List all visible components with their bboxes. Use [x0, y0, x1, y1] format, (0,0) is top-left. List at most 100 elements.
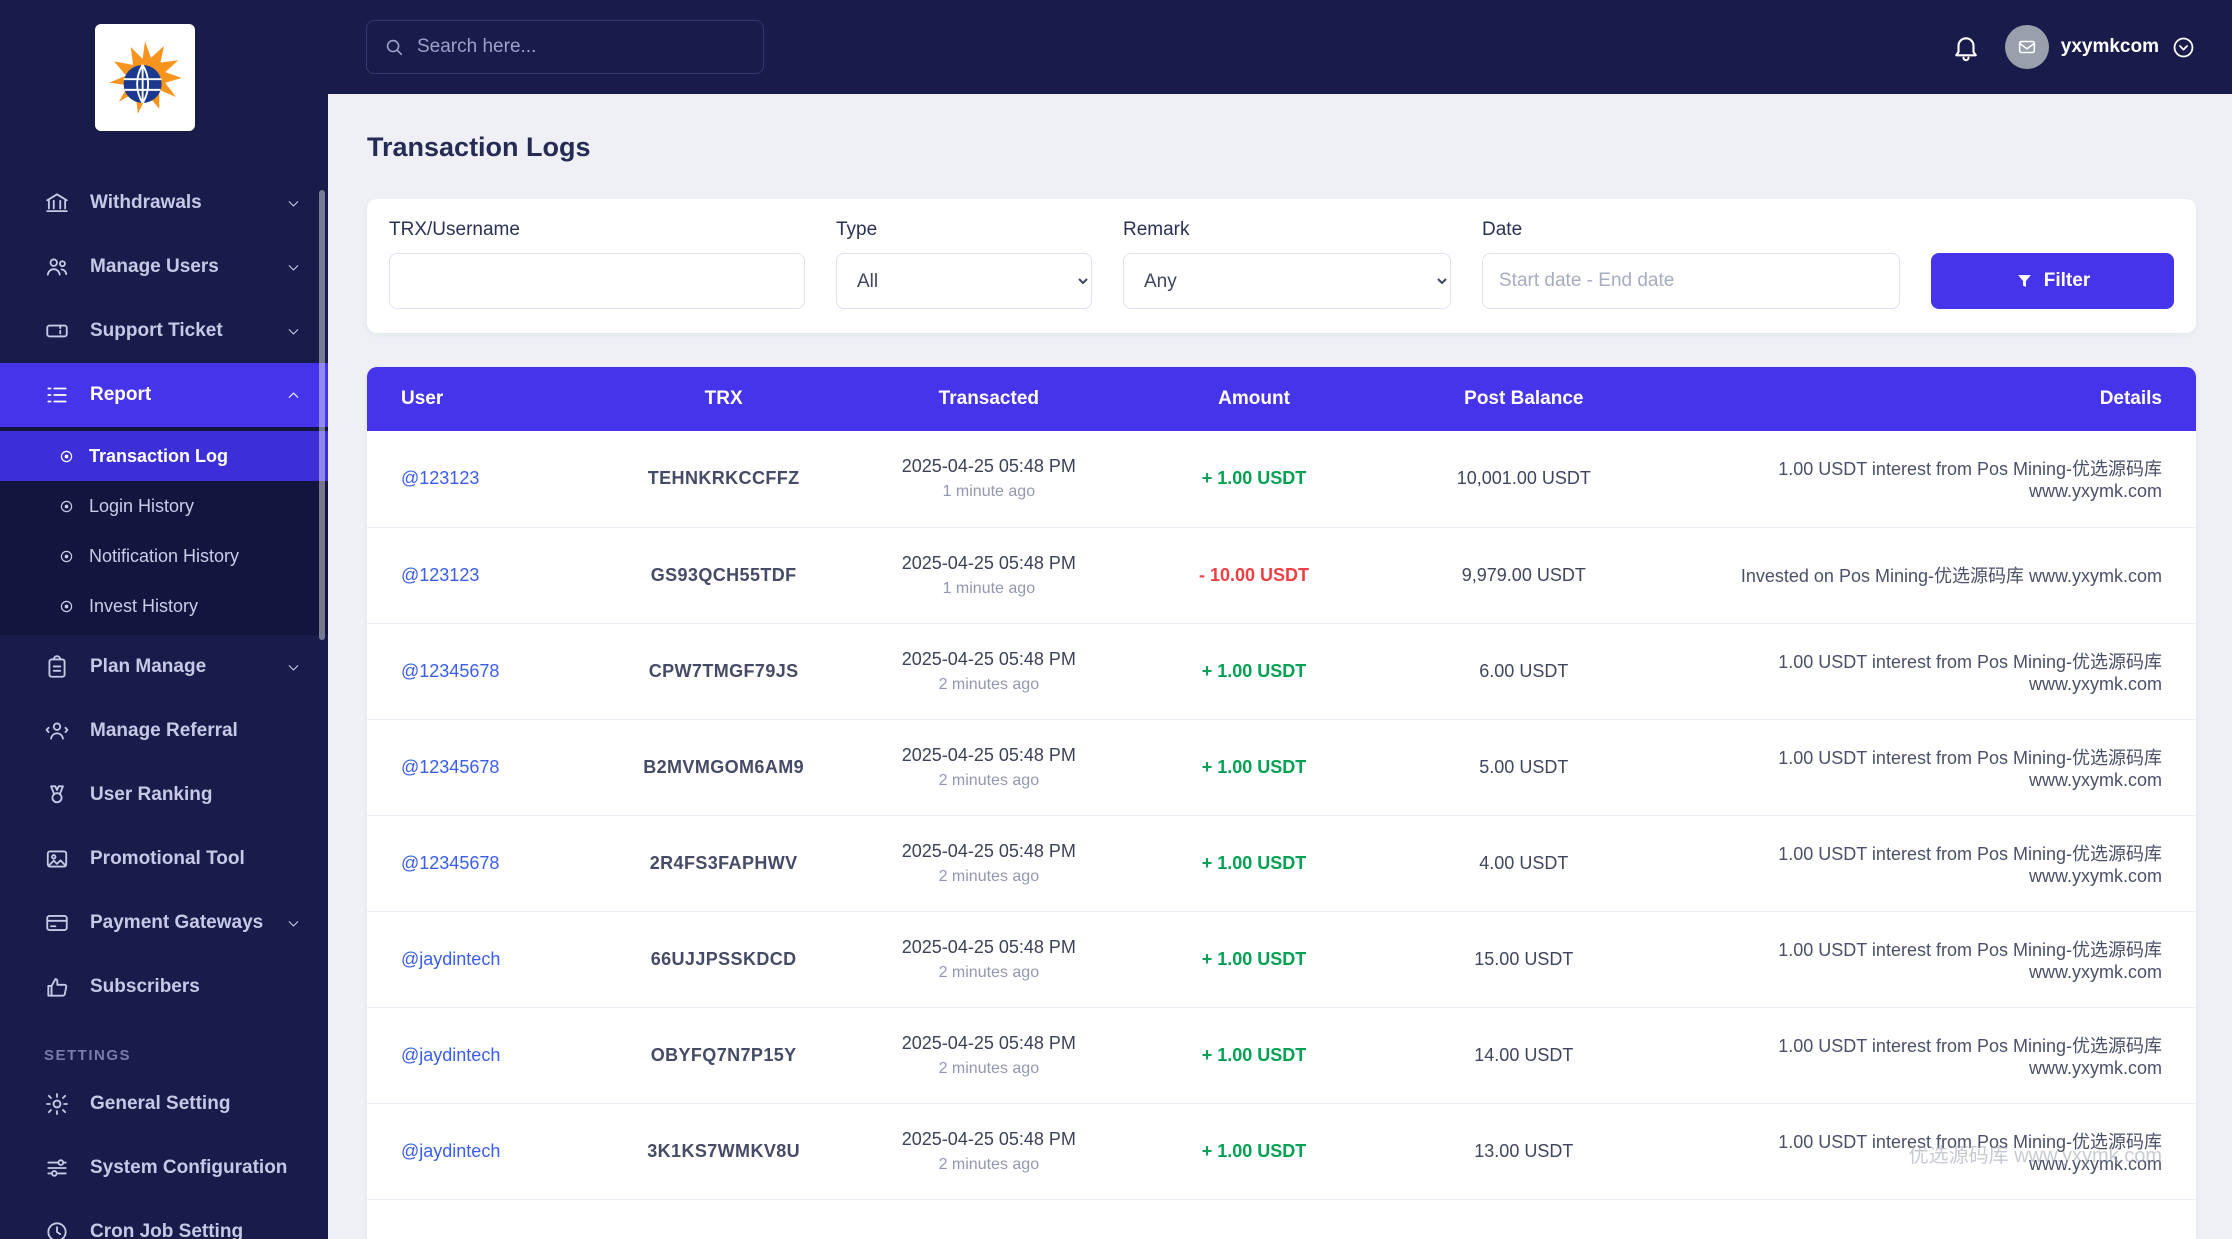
- details-text: 1.00 USDT interest from Pos Mining-优选源码库…: [1778, 747, 2162, 790]
- sidebar-subitem-label: Transaction Log: [89, 445, 229, 466]
- user-link[interactable]: @123123: [401, 468, 479, 488]
- sidebar-item-cron-job-setting[interactable]: Cron Job Setting: [0, 1200, 328, 1239]
- topbar-right: yxymkcom: [1951, 25, 2196, 69]
- sidebar-item-promotional-tool[interactable]: Promotional Tool: [0, 827, 328, 891]
- sidebar-item-plan-manage[interactable]: Plan Manage: [0, 635, 328, 699]
- type-select[interactable]: All: [836, 253, 1092, 309]
- transacted-ago: 2 minutes ago: [938, 771, 1040, 789]
- sliders-icon: [44, 1155, 70, 1181]
- sidebar: Withdrawals Manage Users Support Ticket Rep…: [0, 0, 328, 1239]
- sidebar-subitem-label: Invest History: [89, 595, 199, 616]
- target-icon: [58, 548, 75, 565]
- referral-icon: [44, 718, 70, 744]
- user-link[interactable]: @12345678: [401, 757, 499, 777]
- notification-bell-icon[interactable]: [1951, 32, 1981, 62]
- sidebar-item-transaction-log[interactable]: Transaction Log: [0, 431, 328, 481]
- user-link[interactable]: @jaydintech: [401, 1045, 500, 1065]
- trx-code: 3K1KS7WMKV8U: [647, 1140, 801, 1161]
- sidebar-item-label: Withdrawals: [90, 192, 202, 213]
- transacted-ago: 2 minutes ago: [938, 1155, 1040, 1173]
- type-filter-label: Type: [836, 219, 878, 240]
- main-content: Transaction Logs TRX/Username Type All R…: [328, 132, 2232, 1239]
- transacted-date: 2025-04-25 05:48 PM: [901, 456, 1076, 477]
- table-row: @jaydintech OBYFQ7N7P15Y 2025-04-25 05:48 …: [367, 1007, 2196, 1104]
- filter-button-label: Filter: [2043, 270, 2091, 291]
- table-body: @123123 TEHNKRKCCFFZ 2025-04-25 05:48 PM 1 …: [367, 431, 2196, 1200]
- clock-icon: [44, 1219, 70, 1239]
- remark-filter-group: Remark Any: [1123, 219, 1451, 309]
- user-menu-chevron-icon: [2171, 35, 2196, 60]
- amount-value: + 1.00 USDT: [1201, 948, 1307, 969]
- sidebar-item-report[interactable]: Report: [0, 363, 328, 427]
- chevron-down-icon: [285, 323, 302, 340]
- sidebar-item-label: Support Ticket: [90, 320, 223, 341]
- post-balance-value: 4.00 USDT: [1479, 852, 1569, 873]
- column-header-user: User: [367, 367, 587, 431]
- sidebar-item-notification-history[interactable]: Notification History: [0, 531, 328, 581]
- table-row: @12345678 CPW7TMGF79JS 2025-04-25 05:48 PM…: [367, 623, 2196, 720]
- sidebar-nav: Withdrawals Manage Users Support Ticket Rep…: [0, 171, 328, 1239]
- transacted-date: 2025-04-25 05:48 PM: [901, 936, 1076, 957]
- chevron-up-icon: [285, 387, 302, 404]
- sidebar-subitem-label: Notification History: [89, 545, 240, 566]
- user-link[interactable]: @123123: [401, 565, 479, 585]
- amount-value: + 1.00 USDT: [1201, 756, 1307, 777]
- column-header-post-balance: Post Balance: [1391, 367, 1657, 431]
- post-balance-value: 14.00 USDT: [1474, 1044, 1574, 1065]
- sidebar-item-user-ranking[interactable]: User Ranking: [0, 763, 328, 827]
- date-range-input[interactable]: [1482, 253, 1900, 309]
- sidebar-item-manage-users[interactable]: Manage Users: [0, 235, 328, 299]
- amount-value: + 1.00 USDT: [1201, 468, 1307, 489]
- type-filter-group: Type All: [836, 219, 1092, 309]
- topbar: yxymkcom: [328, 0, 2232, 94]
- app-logo[interactable]: [95, 24, 195, 131]
- details-text: 1.00 USDT interest from Pos Mining-优选源码库…: [1778, 651, 2162, 694]
- sidebar-item-label: Report: [90, 384, 152, 405]
- amount-value: - 10.00 USDT: [1199, 564, 1310, 585]
- column-header-transacted: Transacted: [860, 367, 1117, 431]
- remark-select[interactable]: Any: [1123, 253, 1451, 309]
- trx-code: B2MVMGOM6AM9: [643, 756, 805, 777]
- page-title: Transaction Logs: [367, 132, 591, 162]
- user-link[interactable]: @jaydintech: [401, 949, 500, 969]
- sidebar-item-login-history[interactable]: Login History: [0, 481, 328, 531]
- transacted-ago: 2 minutes ago: [938, 1059, 1040, 1077]
- amount-value: + 1.00 USDT: [1201, 852, 1307, 873]
- transacted-ago: 2 minutes ago: [938, 675, 1040, 693]
- filter-button[interactable]: Filter: [1931, 253, 2174, 309]
- user-link[interactable]: @jaydintech: [401, 1141, 500, 1161]
- transacted-date: 2025-04-25 05:48 PM: [901, 840, 1076, 861]
- report-icon: [44, 382, 70, 408]
- column-header-amount: Amount: [1116, 367, 1392, 431]
- sidebar-item-general-setting[interactable]: General Setting: [0, 1072, 328, 1136]
- sidebar-item-subscribers[interactable]: Subscribers: [0, 955, 328, 1019]
- search-input[interactable]: [417, 36, 747, 58]
- sidebar-item-invest-history[interactable]: Invest History: [0, 581, 328, 631]
- sidebar-item-label: User Ranking: [90, 784, 213, 805]
- post-balance-value: 10,001.00 USDT: [1456, 468, 1591, 489]
- date-filter-group: Date: [1482, 219, 1900, 309]
- trx-code: 2R4FS3FAPHWV: [649, 852, 798, 873]
- sidebar-item-label: Plan Manage: [90, 656, 207, 677]
- trx-username-input[interactable]: [389, 253, 805, 309]
- sidebar-item-support-ticket[interactable]: Support Ticket: [0, 299, 328, 363]
- sidebar-item-system-configuration[interactable]: System Configuration: [0, 1136, 328, 1200]
- table-row: @123123 GS93QCH55TDF 2025-04-25 05:48 PM 1 …: [367, 527, 2196, 624]
- sidebar-item-label: General Setting: [90, 1093, 231, 1114]
- sidebar-item-withdrawals[interactable]: Withdrawals: [0, 171, 328, 235]
- transacted-date: 2025-04-25 05:48 PM: [901, 1032, 1076, 1053]
- sidebar-scrollbar[interactable]: [319, 190, 325, 640]
- bank-icon: [44, 190, 70, 216]
- transacted-ago: 1 minute ago: [942, 579, 1036, 597]
- ticket-icon: [44, 318, 70, 344]
- sidebar-item-payment-gateways[interactable]: Payment Gateways: [0, 891, 328, 955]
- amount-value: + 1.00 USDT: [1201, 660, 1307, 681]
- user-link[interactable]: @12345678: [401, 853, 499, 873]
- user-menu[interactable]: yxymkcom: [2004, 25, 2196, 69]
- user-link[interactable]: @12345678: [401, 661, 499, 681]
- sidebar-item-label: Promotional Tool: [90, 848, 245, 869]
- sidebar-item-label: Payment Gateways: [90, 912, 264, 933]
- envelope-icon: [2018, 40, 2035, 54]
- sidebar-item-manage-referral[interactable]: Manage Referral: [0, 699, 328, 763]
- transacted-ago: 1 minute ago: [942, 483, 1036, 501]
